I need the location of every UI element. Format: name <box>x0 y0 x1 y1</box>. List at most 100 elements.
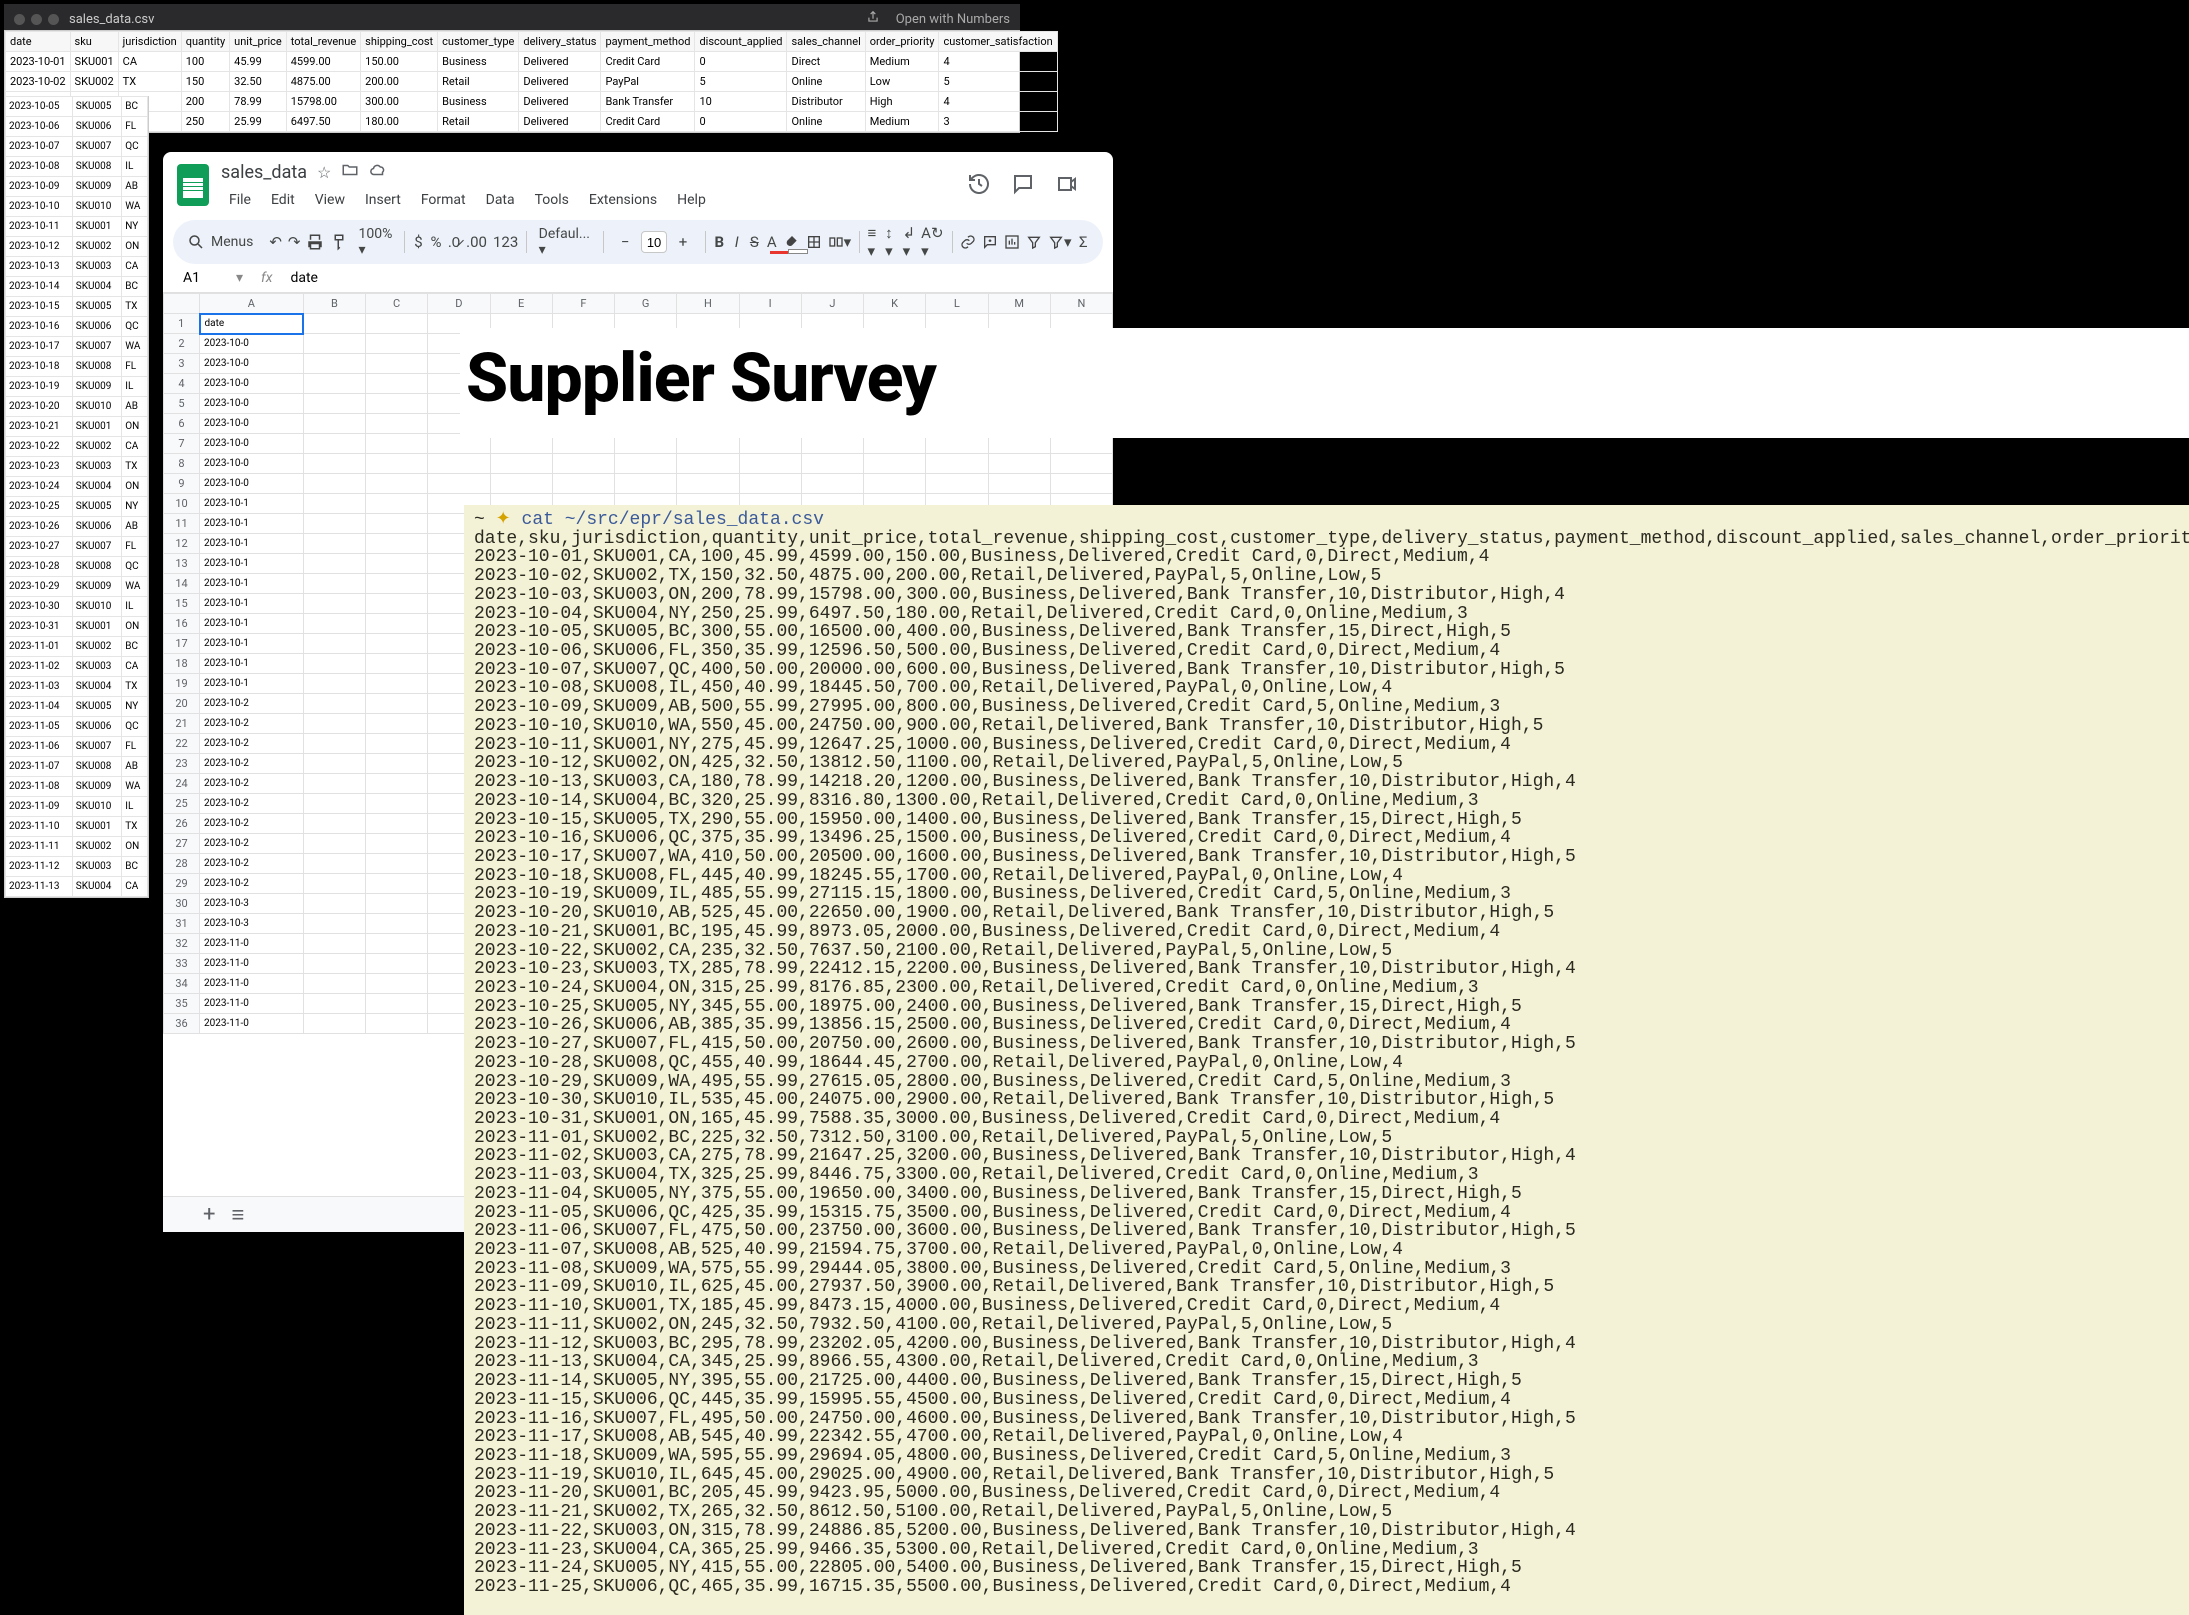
cell[interactable]: 2023-10-2 <box>200 714 304 734</box>
paint-format-icon[interactable] <box>330 228 348 256</box>
cell[interactable] <box>366 474 428 494</box>
borders-icon[interactable] <box>806 228 822 256</box>
cell[interactable] <box>1050 474 1112 494</box>
cell[interactable] <box>303 674 365 694</box>
row-number[interactable]: 16 <box>164 614 200 634</box>
cell[interactable]: 2023-10-1 <box>200 614 304 634</box>
cell[interactable] <box>366 854 428 874</box>
sheets-doc-title[interactable]: sales_data <box>221 162 307 183</box>
cell[interactable] <box>366 794 428 814</box>
numbers-header[interactable]: payment_method <box>601 32 695 52</box>
increase-decimal-icon[interactable]: .00 <box>466 228 487 256</box>
cell[interactable] <box>366 354 428 374</box>
cell[interactable] <box>303 474 365 494</box>
row-number[interactable]: 11 <box>164 514 200 534</box>
sheets-row[interactable]: 92023-10-0 <box>164 474 1113 494</box>
cell[interactable]: 2023-11-0 <box>200 954 304 974</box>
star-icon[interactable]: ☆ <box>317 163 331 182</box>
row-number[interactable]: 3 <box>164 354 200 374</box>
cell[interactable] <box>303 634 365 654</box>
cell[interactable] <box>366 894 428 914</box>
cell[interactable] <box>366 534 428 554</box>
cell[interactable] <box>1050 454 1112 474</box>
currency-icon[interactable]: $ <box>413 228 425 256</box>
row-number[interactable]: 12 <box>164 534 200 554</box>
cell[interactable] <box>303 534 365 554</box>
zoom-select[interactable]: 100% ▾ <box>354 226 396 258</box>
name-box[interactable]: A1▾ <box>177 268 249 288</box>
cell[interactable]: 2023-10-1 <box>200 674 304 694</box>
cell[interactable] <box>366 994 428 1014</box>
cell[interactable] <box>303 774 365 794</box>
row-number[interactable]: 4 <box>164 374 200 394</box>
numbers-header[interactable]: date <box>6 32 71 52</box>
cell[interactable] <box>366 454 428 474</box>
google-sheets-logo-icon[interactable] <box>177 164 209 206</box>
insert-chart-icon[interactable] <box>1004 228 1020 256</box>
row-number[interactable]: 28 <box>164 854 200 874</box>
numbers-row[interactable]: 2023-10-02SKU002TX15032.504875.00200.00R… <box>6 72 1058 92</box>
cell[interactable]: 2023-10-1 <box>200 594 304 614</box>
column-header[interactable]: F <box>552 294 614 314</box>
cell[interactable] <box>303 854 365 874</box>
cell[interactable] <box>366 694 428 714</box>
cell[interactable] <box>739 474 801 494</box>
print-icon[interactable] <box>306 228 324 256</box>
cell[interactable] <box>303 614 365 634</box>
redo-icon[interactable]: ↷ <box>288 228 301 256</box>
cell[interactable]: 2023-10-2 <box>200 854 304 874</box>
cell[interactable] <box>366 974 428 994</box>
numbers-header[interactable]: order_priority <box>865 32 939 52</box>
cell[interactable]: 2023-10-0 <box>200 474 304 494</box>
row-number[interactable]: 10 <box>164 494 200 514</box>
vertical-align-icon[interactable]: ↕ ▾ <box>885 228 897 256</box>
cell[interactable] <box>303 394 365 414</box>
cell[interactable] <box>366 614 428 634</box>
sheets-menu-item[interactable]: Tools <box>527 188 577 212</box>
filter-views-icon[interactable]: ▾ <box>1048 228 1072 256</box>
cell[interactable] <box>303 454 365 474</box>
move-folder-icon[interactable] <box>341 161 359 183</box>
row-number[interactable]: 7 <box>164 434 200 454</box>
cell[interactable] <box>303 814 365 834</box>
cell[interactable]: 2023-11-0 <box>200 934 304 954</box>
row-number[interactable]: 19 <box>164 674 200 694</box>
cell[interactable] <box>864 454 926 474</box>
history-icon[interactable] <box>967 172 991 199</box>
row-number[interactable]: 15 <box>164 594 200 614</box>
row-number[interactable]: 35 <box>164 994 200 1014</box>
column-header[interactable]: E <box>490 294 552 314</box>
cell[interactable]: 2023-10-1 <box>200 534 304 554</box>
row-number[interactable]: 20 <box>164 694 200 714</box>
cell[interactable] <box>303 574 365 594</box>
column-header[interactable]: M <box>988 294 1050 314</box>
bold-icon[interactable]: B <box>713 228 725 256</box>
cell[interactable] <box>303 894 365 914</box>
cell[interactable] <box>677 474 739 494</box>
open-with-numbers-button[interactable]: Open with Numbers <box>896 12 1010 27</box>
numbers-header[interactable]: shipping_cost <box>361 32 438 52</box>
cell[interactable] <box>428 474 490 494</box>
row-number[interactable]: 18 <box>164 654 200 674</box>
cell[interactable] <box>864 474 926 494</box>
undo-icon[interactable]: ↶ <box>269 228 282 256</box>
cell[interactable] <box>303 1014 365 1034</box>
cell[interactable] <box>677 454 739 474</box>
numbers-row[interactable]: 2023-10-03SKU003ON20078.9915798.00300.00… <box>6 92 1058 112</box>
decrease-decimal-icon[interactable]: .0̷ <box>448 228 460 256</box>
cell[interactable] <box>366 374 428 394</box>
sheets-menu-item[interactable]: File <box>221 188 259 212</box>
row-number[interactable]: 9 <box>164 474 200 494</box>
cell[interactable]: 2023-10-1 <box>200 654 304 674</box>
cell[interactable] <box>303 694 365 714</box>
numbers-header[interactable]: delivery_status <box>519 32 601 52</box>
numbers-header[interactable]: total_revenue <box>286 32 360 52</box>
cell[interactable] <box>615 454 677 474</box>
sheets-menu-item[interactable]: Extensions <box>581 188 665 212</box>
cell[interactable] <box>303 654 365 674</box>
numbers-header[interactable]: discount_applied <box>695 32 787 52</box>
numbers-header[interactable]: customer_satisfaction <box>939 32 1057 52</box>
cell[interactable]: 2023-10-0 <box>200 334 304 354</box>
cell[interactable]: 2023-11-0 <box>200 994 304 1014</box>
font-size-input[interactable] <box>641 231 667 253</box>
